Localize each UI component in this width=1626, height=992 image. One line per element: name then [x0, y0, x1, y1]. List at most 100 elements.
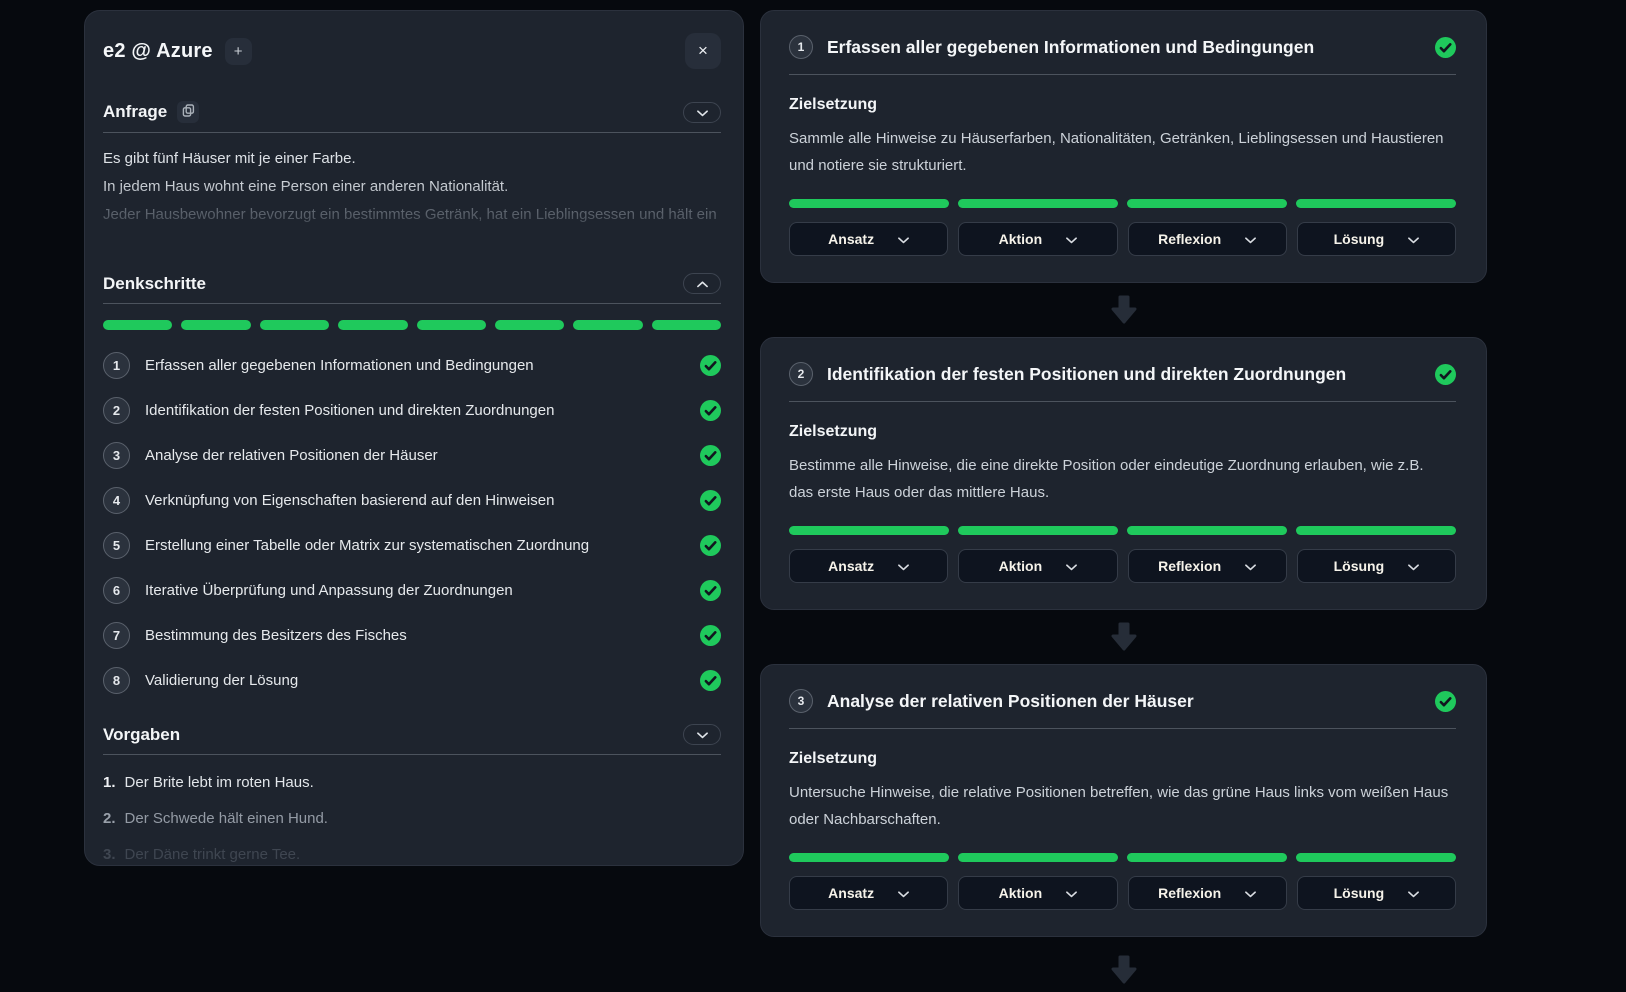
- chevron-down-icon: [697, 727, 708, 742]
- card-header: 1 Erfassen aller gegebenen Informationen…: [789, 35, 1456, 59]
- dropdown-label: Ansatz: [828, 231, 874, 247]
- step-label: Identifikation der festen Positionen und…: [145, 402, 685, 419]
- step-number-badge: 5: [103, 532, 130, 559]
- section-header-anfrage: Anfrage: [103, 101, 721, 123]
- step-label: Bestimmung des Besitzers des Fisches: [145, 627, 685, 644]
- progress-segment: [338, 320, 407, 330]
- rule-number: 1.: [103, 769, 116, 797]
- step-list: 1 Erfassen aller gegebenen Informationen…: [103, 352, 721, 694]
- progress-segment: [789, 526, 949, 535]
- list-item[interactable]: 1 Erfassen aller gegebenen Informationen…: [103, 352, 721, 379]
- loesung-dropdown[interactable]: Lösung: [1297, 549, 1456, 583]
- page-title: e2 @ Azure: [103, 40, 213, 63]
- dropdown-label: Reflexion: [1158, 885, 1221, 901]
- list-item[interactable]: 3 Analyse der relativen Positionen der H…: [103, 442, 721, 469]
- step-number-badge: 2: [789, 362, 813, 386]
- dropdown-label: Lösung: [1334, 231, 1385, 247]
- anfrage-line: Es gibt fünf Häuser mit je einer Farbe.: [103, 145, 721, 173]
- check-icon: [700, 445, 721, 466]
- list-item: 1. Der Brite lebt im roten Haus.: [103, 769, 721, 797]
- aktion-dropdown[interactable]: Aktion: [958, 876, 1117, 910]
- reflexion-dropdown[interactable]: Reflexion: [1128, 549, 1287, 583]
- card-title: Erfassen aller gegebenen Informationen u…: [827, 37, 1421, 58]
- step-number-badge: 6: [103, 577, 130, 604]
- dropdown-row: Ansatz Aktion Reflexion Lösung: [789, 222, 1456, 256]
- anfrage-text: Es gibt fünf Häuser mit je einer Farbe. …: [103, 145, 721, 247]
- flow-card-1: 1 Erfassen aller gegebenen Informationen…: [760, 10, 1487, 283]
- conversation-panel: e2 @ Azure + × Anfrage Es gibt fünf Häus…: [84, 10, 744, 866]
- list-item[interactable]: 4 Verknüpfung von Eigenschaften basieren…: [103, 487, 721, 514]
- card-header: 2 Identifikation der festen Positionen u…: [789, 362, 1456, 386]
- step-number-badge: 3: [789, 689, 813, 713]
- step-number-badge: 2: [103, 397, 130, 424]
- loesung-dropdown[interactable]: Lösung: [1297, 876, 1456, 910]
- close-button[interactable]: ×: [685, 33, 721, 69]
- anfrage-line: In jedem Haus wohnt eine Person einer an…: [103, 173, 721, 201]
- dropdown-label: Aktion: [999, 231, 1043, 247]
- chevron-down-icon: [1066, 558, 1077, 574]
- list-item[interactable]: 8 Validierung der Lösung: [103, 667, 721, 694]
- list-item[interactable]: 2 Identifikation der festen Positionen u…: [103, 397, 721, 424]
- step-number-badge: 1: [103, 352, 130, 379]
- progress-segment: [181, 320, 250, 330]
- ansatz-dropdown[interactable]: Ansatz: [789, 222, 948, 256]
- collapse-anfrage-button[interactable]: [683, 102, 721, 123]
- progress-segment: [573, 320, 642, 330]
- section-title: Anfrage: [103, 102, 167, 122]
- section-header-denkschritte: Denkschritte: [103, 273, 721, 294]
- dropdown-label: Ansatz: [828, 558, 874, 574]
- progress-segment: [958, 526, 1118, 535]
- dropdown-label: Aktion: [999, 558, 1043, 574]
- section-title: Vorgaben: [103, 725, 180, 745]
- reflexion-dropdown[interactable]: Reflexion: [1128, 876, 1287, 910]
- divider: [789, 74, 1456, 75]
- progress-segment: [495, 320, 564, 330]
- step-label: Erstellung einer Tabelle oder Matrix zur…: [145, 537, 685, 554]
- dropdown-label: Lösung: [1334, 885, 1385, 901]
- divider: [103, 132, 721, 133]
- chevron-down-icon: [898, 231, 909, 247]
- step-number-badge: 8: [103, 667, 130, 694]
- list-item[interactable]: 5 Erstellung einer Tabelle oder Matrix z…: [103, 532, 721, 559]
- divider: [789, 401, 1456, 402]
- card-title: Identifikation der festen Positionen und…: [827, 364, 1421, 385]
- collapse-denkschritte-button[interactable]: [683, 273, 721, 294]
- progress-segment: [417, 320, 486, 330]
- close-icon: ×: [698, 41, 708, 61]
- rule-text: Der Däne trinkt gerne Tee.: [125, 841, 301, 866]
- zielsetzung-heading: Zielsetzung: [789, 423, 1456, 441]
- card-description: Untersuche Hinweise, die relative Positi…: [789, 779, 1449, 833]
- flow-card-2: 2 Identifikation der festen Positionen u…: [760, 337, 1487, 610]
- aktion-dropdown[interactable]: Aktion: [958, 549, 1117, 583]
- check-icon: [1435, 364, 1456, 385]
- dropdown-label: Lösung: [1334, 558, 1385, 574]
- reflexion-dropdown[interactable]: Reflexion: [1128, 222, 1287, 256]
- loesung-dropdown[interactable]: Lösung: [1297, 222, 1456, 256]
- collapse-vorgaben-button[interactable]: [683, 724, 721, 745]
- dropdown-row: Ansatz Aktion Reflexion Lösung: [789, 876, 1456, 910]
- ansatz-dropdown[interactable]: Ansatz: [789, 549, 948, 583]
- progress-segment: [1296, 526, 1456, 535]
- progress-segment: [1296, 199, 1456, 208]
- ansatz-dropdown[interactable]: Ansatz: [789, 876, 948, 910]
- add-button[interactable]: +: [225, 38, 252, 65]
- card-progress-bar: [789, 199, 1456, 208]
- list-item[interactable]: 6 Iterative Überprüfung und Anpassung de…: [103, 577, 721, 604]
- chevron-down-icon: [898, 885, 909, 901]
- progress-segment: [958, 853, 1118, 862]
- copy-icon: [182, 104, 195, 120]
- copy-button[interactable]: [177, 101, 199, 123]
- card-title: Analyse der relativen Positionen der Häu…: [827, 691, 1421, 712]
- chevron-up-icon: [697, 276, 708, 291]
- dropdown-label: Reflexion: [1158, 231, 1221, 247]
- list-item[interactable]: 7 Bestimmung des Besitzers des Fisches: [103, 622, 721, 649]
- card-progress-bar: [789, 853, 1456, 862]
- progress-segment: [789, 853, 949, 862]
- chevron-down-icon: [1408, 885, 1419, 901]
- zielsetzung-heading: Zielsetzung: [789, 750, 1456, 768]
- check-icon: [1435, 37, 1456, 58]
- card-header: 3 Analyse der relativen Positionen der H…: [789, 689, 1456, 713]
- progress-segment: [1296, 853, 1456, 862]
- aktion-dropdown[interactable]: Aktion: [958, 222, 1117, 256]
- chevron-down-icon: [1245, 231, 1256, 247]
